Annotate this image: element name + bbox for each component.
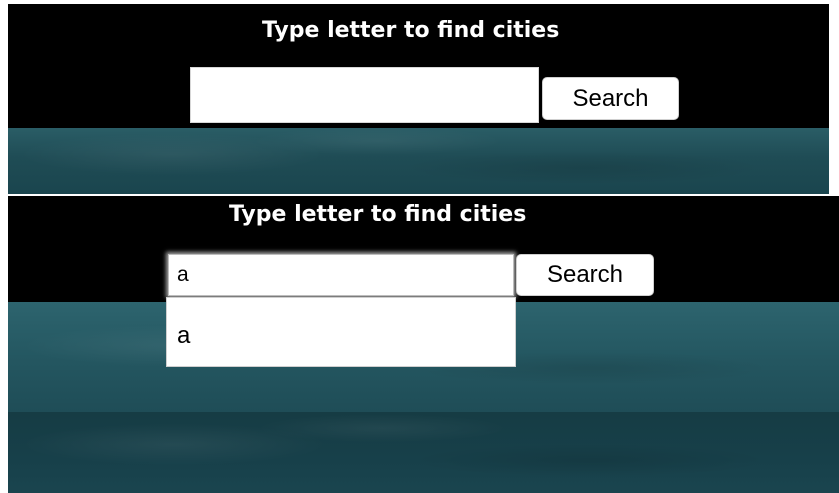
header-bar: Type letter to find cities a Search xyxy=(8,196,839,302)
background-texture xyxy=(8,128,829,194)
empty-search-panel: Type letter to find cities Search xyxy=(8,4,829,194)
autocomplete-panel: Type letter to find cities a Search a xyxy=(8,196,839,493)
search-button[interactable]: Search xyxy=(542,77,679,120)
background-texture xyxy=(8,412,839,493)
background-strip xyxy=(8,128,829,194)
page-title: Type letter to find cities xyxy=(262,18,560,43)
search-button[interactable]: Search xyxy=(516,254,654,296)
background-strip-dark xyxy=(8,412,839,493)
city-search-input[interactable]: a xyxy=(168,254,514,296)
autocomplete-suggestion[interactable]: a xyxy=(177,322,190,350)
autocomplete-dropdown: a xyxy=(166,297,516,367)
screenshot-canvas: Type letter to find cities Search Type l… xyxy=(0,0,839,493)
page-title: Type letter to find cities xyxy=(229,202,527,227)
header-bar: Type letter to find cities Search xyxy=(8,4,829,128)
city-search-input[interactable] xyxy=(190,67,539,123)
